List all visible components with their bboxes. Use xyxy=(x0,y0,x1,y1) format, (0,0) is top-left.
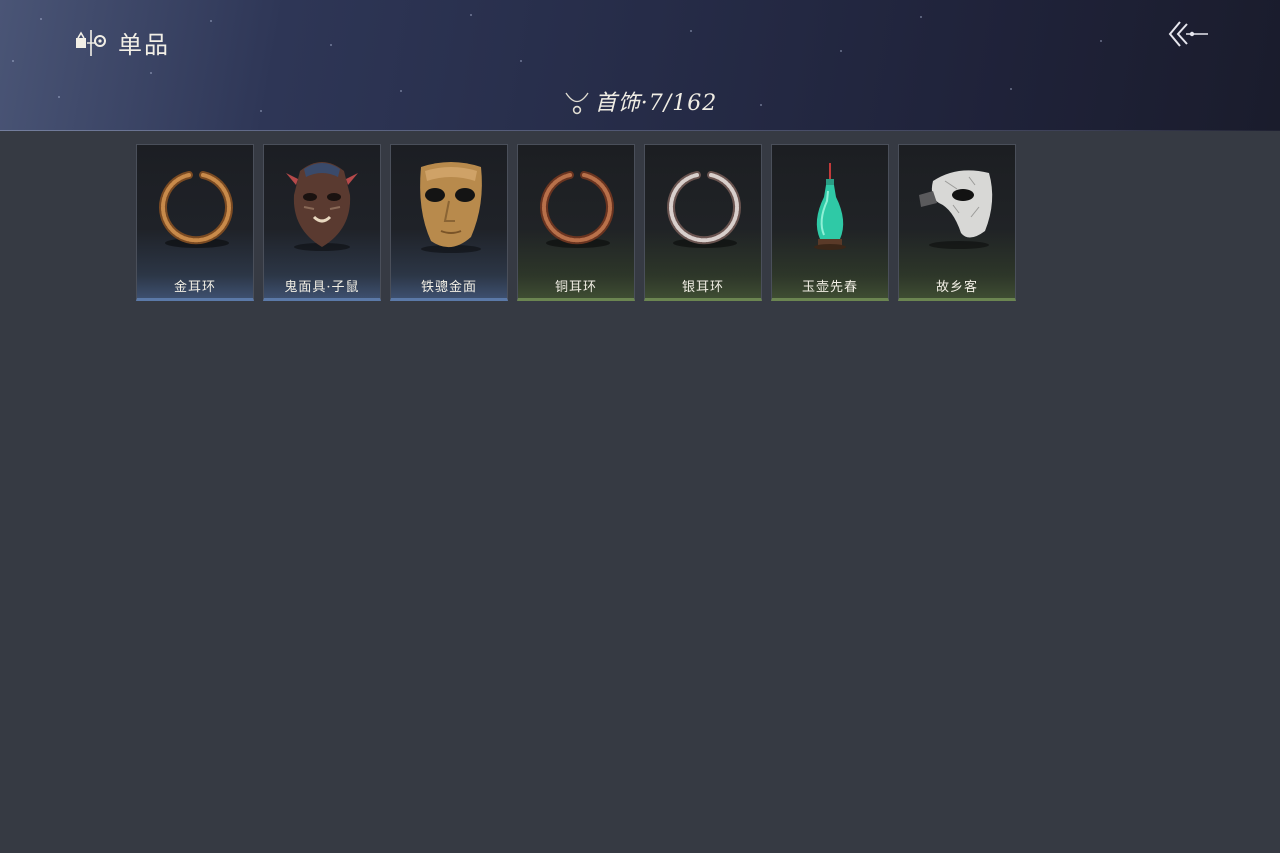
item-card[interactable]: 铁骢金面 xyxy=(390,144,508,301)
item-name: 银耳环 xyxy=(681,280,724,295)
item-card[interactable]: 银耳环 xyxy=(644,144,762,301)
category-heading: 首饰·7/162 xyxy=(0,84,1280,118)
item-name: 铁骢金面 xyxy=(420,280,477,295)
white-half-mask-icon xyxy=(919,170,993,249)
necklace-icon xyxy=(565,92,589,115)
collection-icon xyxy=(76,29,106,56)
page-title-group: 单品 xyxy=(74,25,170,60)
item-grid: 金耳环 鬼面具·子鼠 铁骢金面 铜耳环 银耳环 玉壶先春 故乡客 xyxy=(136,144,1016,301)
header-banner: 单品 首饰·7/162 xyxy=(0,0,1280,131)
rat-mask-icon xyxy=(286,162,358,251)
item-name: 玉壶先春 xyxy=(801,280,858,295)
category-label: 首饰·7/162 xyxy=(594,91,718,116)
copper-earring-icon xyxy=(540,171,614,248)
item-card[interactable]: 铜耳环 xyxy=(517,144,635,301)
page-title: 单品 xyxy=(118,31,170,59)
item-name: 铜耳环 xyxy=(554,280,597,295)
gold-mask-icon xyxy=(420,162,482,253)
item-name: 鬼面具·子鼠 xyxy=(284,280,360,295)
item-card[interactable]: 玉壶先春 xyxy=(771,144,889,301)
back-arrow-icon[interactable] xyxy=(1166,18,1212,52)
item-card[interactable]: 鬼面具·子鼠 xyxy=(263,144,381,301)
gold-earring-icon xyxy=(159,171,233,248)
item-name: 故乡客 xyxy=(935,280,978,295)
item-card[interactable]: 故乡客 xyxy=(898,144,1016,301)
silver-earring-icon xyxy=(667,171,741,248)
item-card[interactable]: 金耳环 xyxy=(136,144,254,301)
item-name: 金耳环 xyxy=(173,280,216,295)
jade-vase-icon xyxy=(814,163,846,250)
